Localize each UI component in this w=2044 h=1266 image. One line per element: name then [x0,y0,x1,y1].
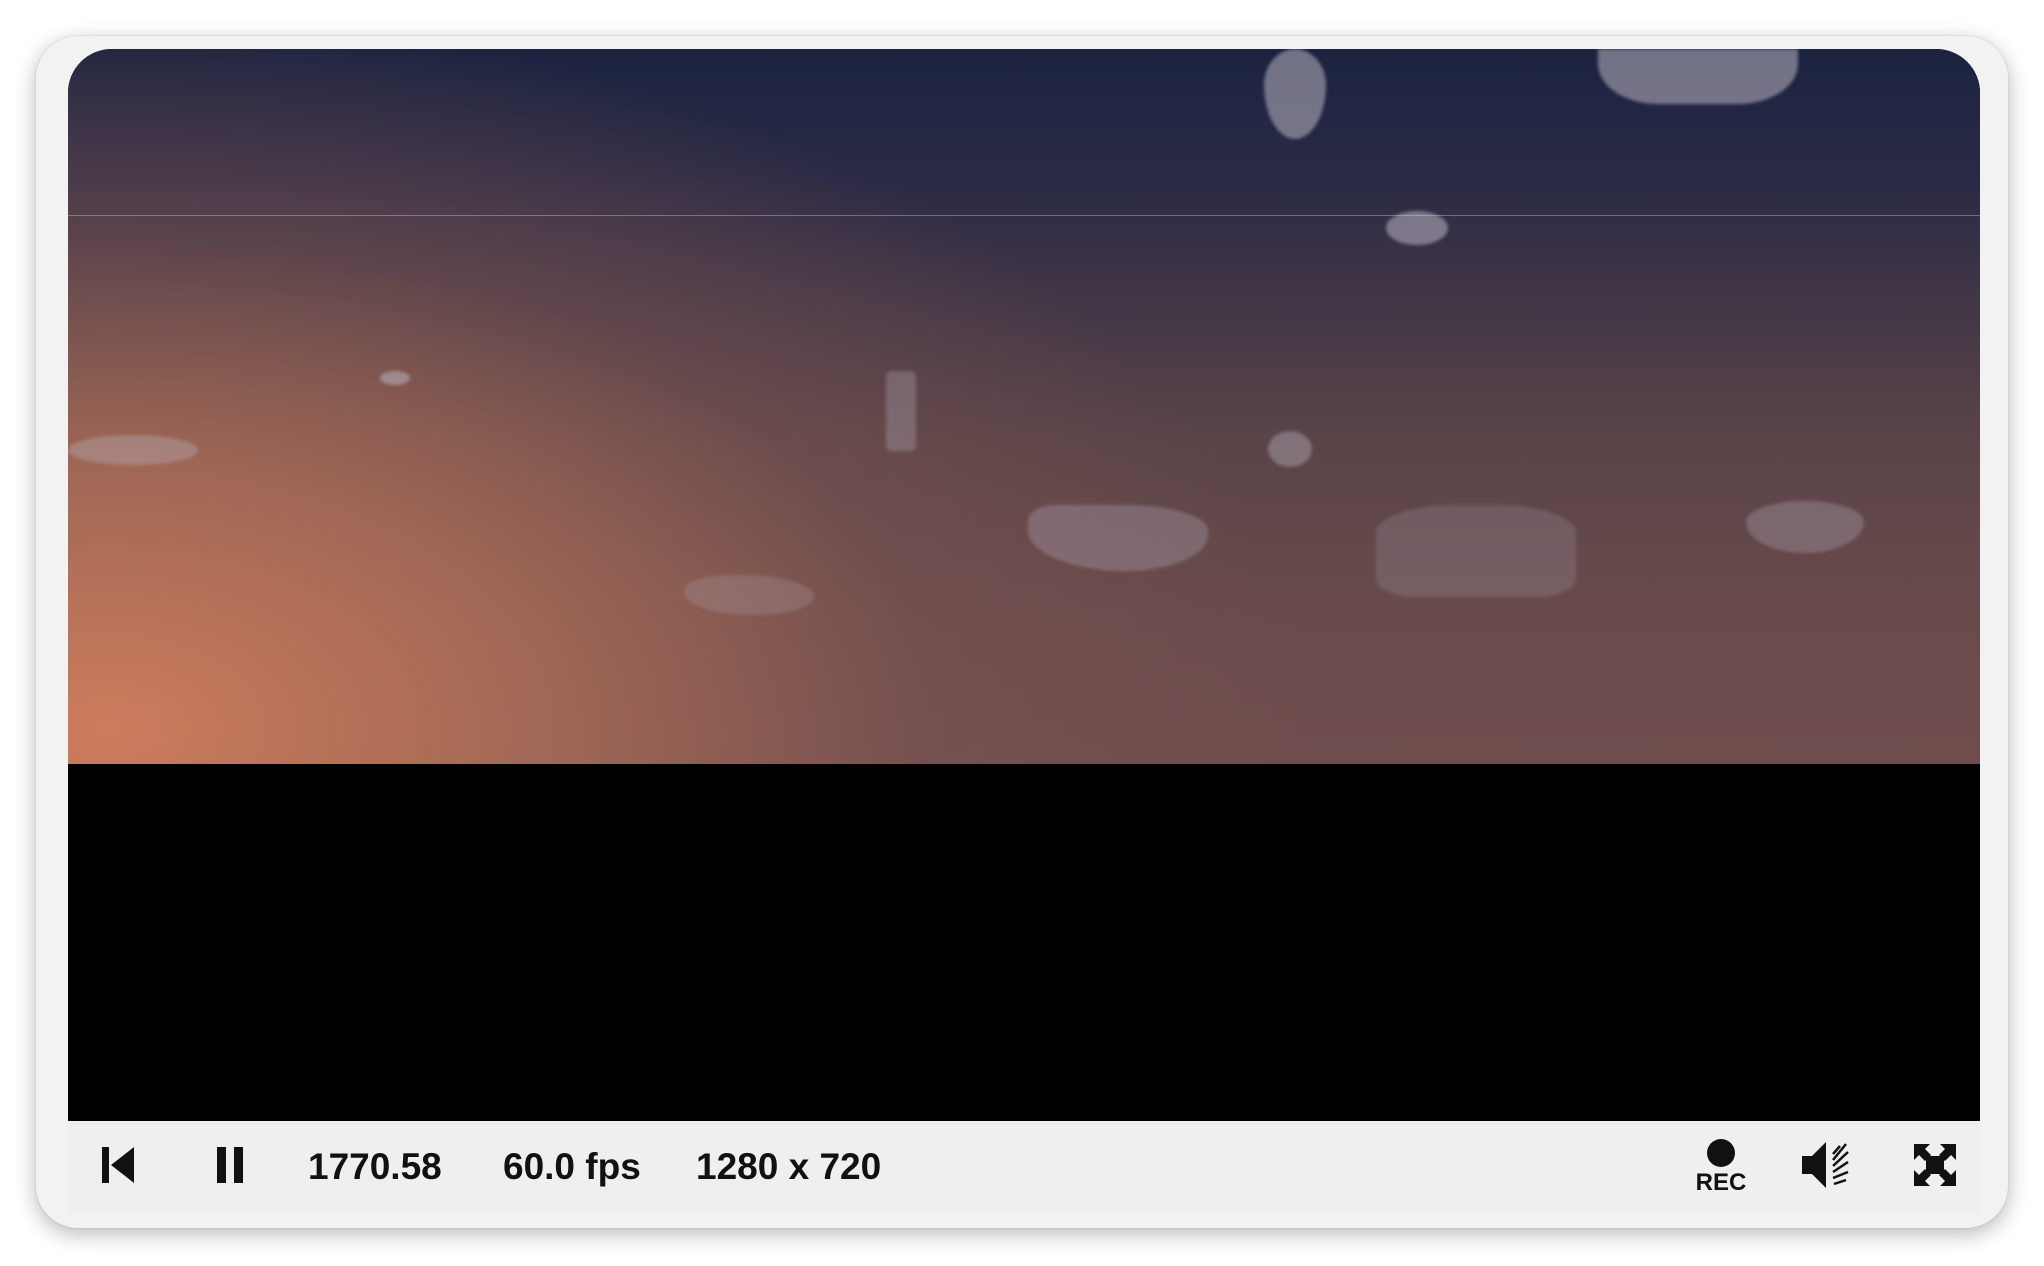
floating-shape [886,371,916,451]
scene-divider [68,215,1980,216]
floating-shape [1028,505,1208,571]
resolution-readout: 1280 x 720 [696,1146,882,1187]
video-player: 1770.58 60.0 fps 1280 x 720 REC [68,49,1980,1213]
pause-button[interactable] [198,1121,262,1213]
render-canvas[interactable] [68,49,1980,1121]
floating-shape [1746,501,1864,553]
volume-button[interactable] [1794,1121,1864,1213]
fullscreen-icon [1912,1142,1958,1192]
pause-icon [210,1143,250,1191]
floating-shape [380,371,410,385]
record-icon [1707,1139,1735,1167]
skip-to-start-icon [98,1143,138,1191]
floating-shape [1268,431,1312,467]
fps-readout: 60.0 fps [503,1146,641,1187]
floating-shape [1598,49,1798,104]
shader-player-window: 1770.58 60.0 fps 1280 x 720 REC [36,36,2008,1228]
floating-shape [684,575,814,615]
record-button[interactable]: REC [1681,1121,1761,1213]
floating-shape [68,435,198,465]
floating-shape [1264,49,1326,139]
volume-icon [1800,1138,1858,1196]
floating-shape [1386,211,1448,245]
floating-shape [1376,505,1576,597]
record-label: REC [1695,1169,1747,1196]
player-controls-bar: 1770.58 60.0 fps 1280 x 720 REC [68,1121,1980,1213]
rendered-scene [68,49,1980,764]
restart-button[interactable] [86,1121,150,1213]
time-readout: 1770.58 [308,1146,442,1187]
fullscreen-button[interactable] [1904,1121,1966,1213]
